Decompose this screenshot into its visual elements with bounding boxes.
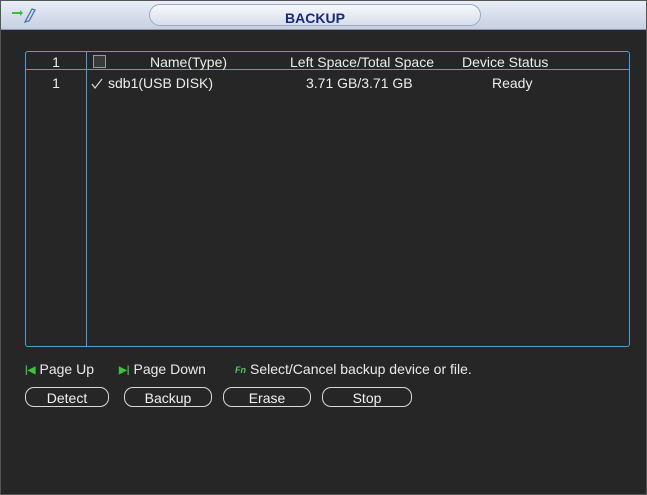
- hint-page-up: |◀ Page Up: [25, 361, 94, 377]
- fn-key-icon: Fn: [235, 365, 246, 375]
- title-pill: BACKUP: [149, 4, 481, 26]
- table-header: 1 Name(Type) Left Space/Total Space Devi…: [26, 52, 629, 70]
- detect-button[interactable]: Detect: [25, 387, 109, 407]
- page-up-label: Page Up: [39, 361, 94, 377]
- page-down-label: Page Down: [133, 361, 206, 377]
- header-space: Left Space/Total Space: [290, 54, 434, 70]
- row-number: 1: [52, 75, 60, 91]
- app-icon: [12, 8, 36, 23]
- header-number: 1: [52, 54, 60, 70]
- stop-button[interactable]: Stop: [322, 387, 412, 407]
- device-table: 1 Name(Type) Left Space/Total Space Devi…: [25, 51, 630, 347]
- page-up-icon: |◀: [25, 365, 36, 376]
- column-divider: [86, 52, 87, 346]
- backup-button[interactable]: Backup: [124, 387, 212, 407]
- select-all-checkbox[interactable]: [93, 55, 106, 68]
- select-cancel-label: Select/Cancel backup device or file.: [250, 361, 472, 377]
- window-title: BACKUP: [285, 10, 345, 26]
- table-row[interactable]: 1 sdb1(USB DISK) 3.71 GB/3.71 GB Ready: [26, 72, 629, 91]
- erase-button[interactable]: Erase: [223, 387, 311, 407]
- page-down-icon: ▶|: [119, 365, 130, 376]
- hint-page-down: ▶| Page Down: [119, 361, 206, 377]
- checkmark-icon[interactable]: [91, 78, 103, 90]
- title-bar: BACKUP: [1, 1, 646, 30]
- hint-select-cancel: Fn Select/Cancel backup device or file.: [235, 361, 472, 377]
- header-name-type: Name(Type): [150, 54, 228, 70]
- backup-window: BACKUP 1 Name(Type) Left Space/Total Spa…: [0, 0, 647, 495]
- header-device-status: Device Status: [462, 54, 549, 70]
- device-status: Ready: [492, 75, 533, 91]
- device-space: 3.71 GB/3.71 GB: [306, 75, 413, 91]
- device-name: sdb1(USB DISK): [108, 75, 214, 91]
